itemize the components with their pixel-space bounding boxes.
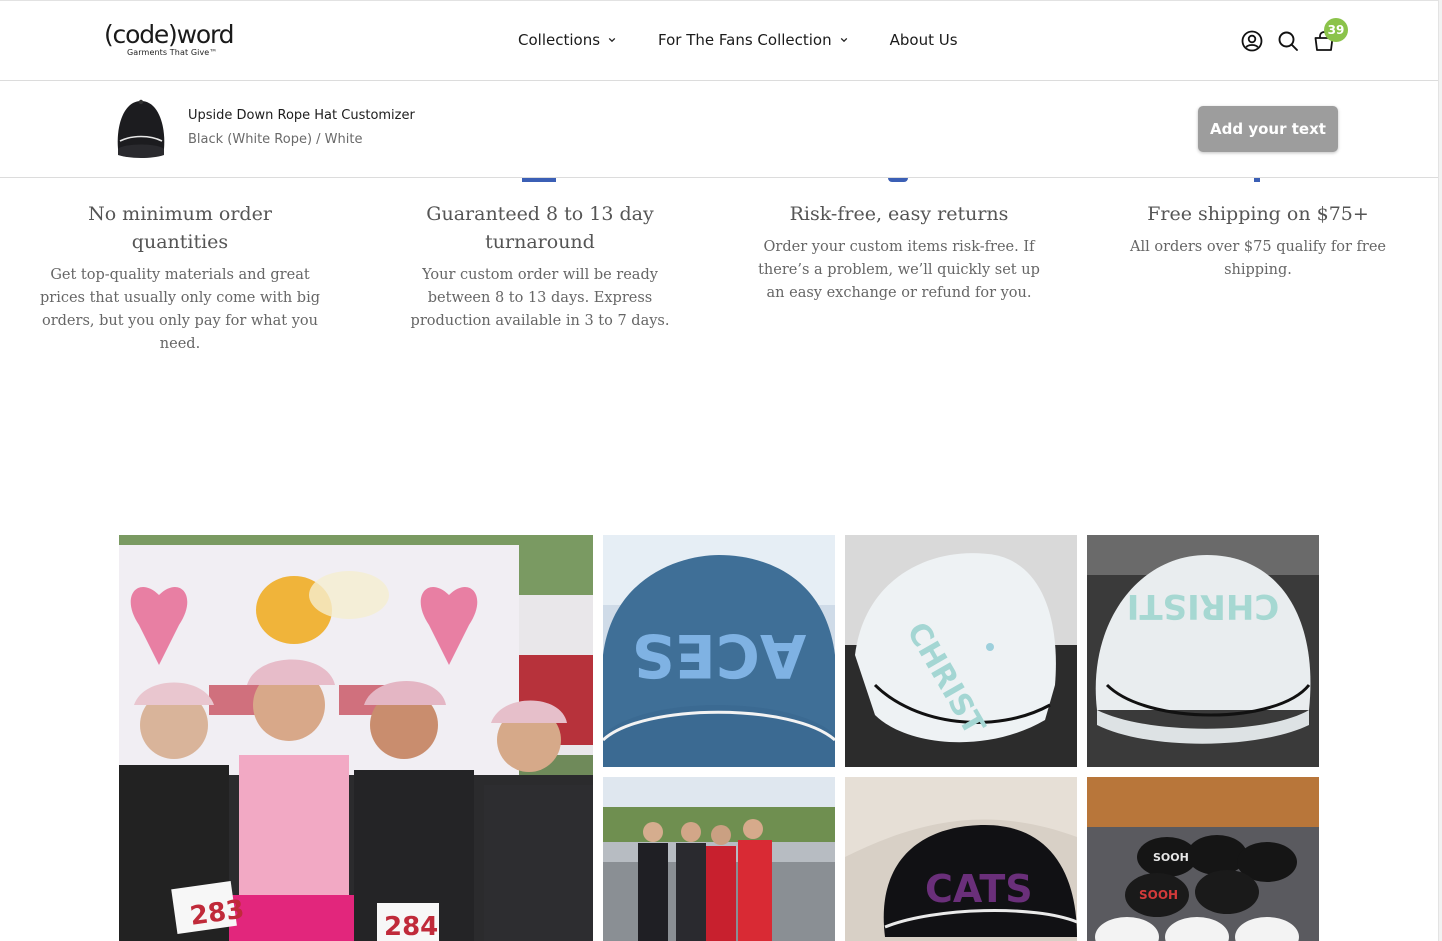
feature-body: Order your custom items risk-free. If th… [758,239,1040,301]
gallery-tile-white-hat-1[interactable]: CHRIST [845,535,1077,767]
nav-collections[interactable]: Collections [518,31,616,49]
gallery-tile-team-photo[interactable]: 283 284 [119,535,593,941]
feature-turnaround: Guaranteed 8 to 13 day turnaround Your c… [400,200,680,333]
nav-for-the-fans[interactable]: For The Fans Collection [658,31,848,49]
feature-body: Your custom order will be ready between … [410,267,670,329]
logo-tagline: Garments That Give™ [127,48,218,57]
feature-body: All orders over $75 qualify for free shi… [1130,239,1386,278]
chevron-down-icon [840,37,847,43]
feature-title: No minimum order quantities [88,203,272,253]
hat-text: CATS [925,867,1033,911]
gallery-tile-white-hat-2[interactable]: CHRISTI [1087,535,1319,767]
feature-icon-peek [888,178,908,182]
feature-title: Risk-free, easy returns [789,203,1009,225]
scrollbar-track[interactable] [1438,0,1442,941]
hat-text: CHRISTI [1127,586,1280,626]
gallery-tile-group-outdoors[interactable] [603,777,835,941]
add-your-text-button[interactable]: Add your text [1198,106,1338,152]
feature-title: Guaranteed 8 to 13 day turnaround [426,203,654,253]
hat-text: ACES [632,620,807,690]
gallery-tile-aces-hat[interactable]: ACES [603,535,835,767]
product-title: Upside Down Rope Hat Customizer [188,108,415,123]
gallery-tile-hats-floor[interactable]: SOOH SOOH [1087,777,1319,941]
feature-title: Free shipping on $75+ [1147,203,1369,225]
product-variant: Black (White Rope) / White [188,132,363,147]
product-thumbnail [112,95,170,163]
svg-text:SOOH: SOOH [1139,888,1178,902]
gallery-tile-cats-hat[interactable]: CATS [845,777,1077,941]
features-section: No minimum order quantities Get top-qual… [0,178,1438,478]
chevron-down-icon [608,37,616,43]
svg-text:284: 284 [384,912,438,941]
feature-free-shipping: Free shipping on $75+ All orders over $7… [1118,200,1398,282]
site-header: (code)word Garments That Give™ Collectio… [0,0,1438,81]
feature-returns: Risk-free, easy returns Order your custo… [758,200,1040,305]
feature-body: Get top-quality materials and great pric… [40,267,321,352]
sticky-product-bar: Upside Down Rope Hat Customizer Black (W… [0,81,1438,178]
nav-about-us[interactable]: About Us [890,31,958,49]
customer-photo-gallery: 283 284 ACES CHRIST CHRISTI CATS SOOH SO… [119,535,1319,941]
main-nav: Collections For The Fans Collection Abou… [518,31,958,49]
search-icon[interactable] [1276,29,1300,53]
nav-about-us-label: About Us [889,31,958,49]
account-icon[interactable] [1240,29,1264,53]
feature-no-minimum: No minimum order quantities Get top-qual… [40,200,320,356]
logo-wordmark: (code)word [104,20,234,49]
site-logo[interactable]: (code)word Garments That Give™ [104,20,244,58]
nav-collections-label: Collections [518,31,601,49]
feature-icon-peek [522,178,556,182]
nav-for-the-fans-label: For The Fans Collection [658,31,832,49]
feature-icon-peek [1254,178,1260,182]
cart-count-badge: 39 [1324,18,1348,42]
hat-text: SOOH [1153,851,1189,864]
